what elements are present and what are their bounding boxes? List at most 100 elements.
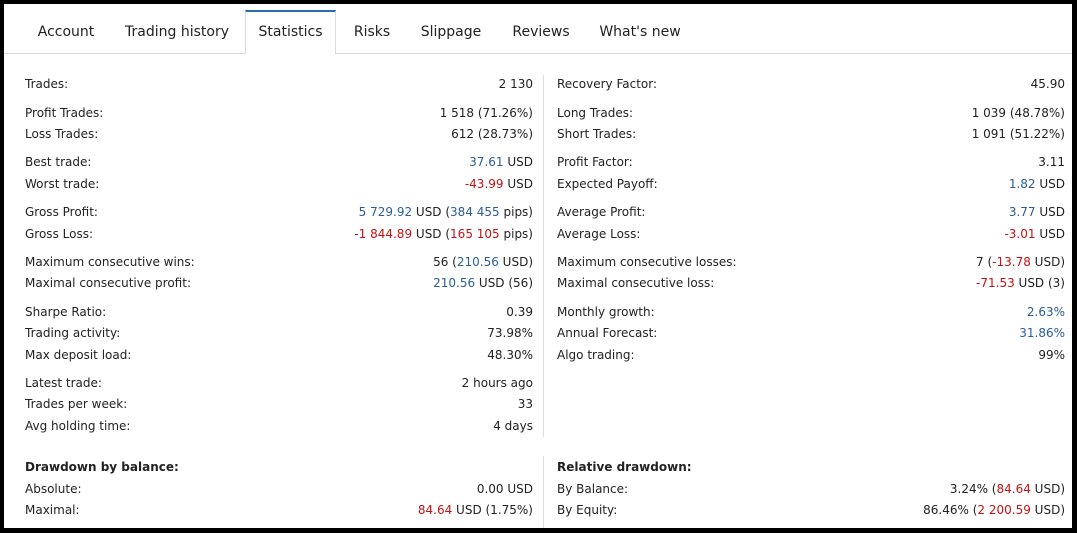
value-text: USD ( bbox=[412, 205, 451, 219]
value-number: -13.78 bbox=[992, 255, 1031, 269]
stat-label: Annual Forecast: bbox=[557, 326, 658, 340]
stat-value: 0.39 bbox=[506, 305, 533, 319]
stat-annual-forecast: Annual Forecast: 31.86% bbox=[557, 325, 1065, 341]
stat-label: Trades per week: bbox=[25, 397, 128, 411]
stat-label: Maximum consecutive losses: bbox=[557, 255, 737, 269]
stat-label: Latest trade: bbox=[25, 376, 102, 390]
stat-label: Absolute: bbox=[25, 482, 82, 496]
stat-label: Maximal consecutive profit: bbox=[25, 276, 191, 290]
stat-value: 37.61 USD bbox=[469, 154, 533, 170]
stat-value: 2 130 bbox=[498, 77, 533, 91]
tab-account[interactable]: Account bbox=[26, 10, 106, 54]
value-text: pips) bbox=[499, 227, 533, 241]
stat-label: Gross Loss: bbox=[25, 227, 93, 241]
stat-label: Maximal consecutive loss: bbox=[557, 276, 715, 290]
value-unit: USD bbox=[1035, 177, 1065, 191]
stat-label: Average Loss: bbox=[557, 227, 641, 241]
stat-average-loss: Average Loss: -3.01 USD bbox=[557, 226, 1065, 242]
value-number: 3.77 bbox=[1008, 205, 1036, 219]
value-unit: USD bbox=[1035, 227, 1065, 241]
stat-max-consecutive-wins: Maximum consecutive wins: 56 (210.56 USD… bbox=[25, 254, 533, 270]
stat-trades-per-week: Trades per week: 33 bbox=[25, 396, 533, 412]
stat-label: By Equity: bbox=[557, 503, 618, 517]
stat-label: Trades: bbox=[25, 77, 69, 91]
stat-label: Best trade: bbox=[25, 155, 92, 169]
stat-label: Loss Trades: bbox=[25, 127, 99, 141]
value-text: 3.24% ( bbox=[949, 482, 997, 496]
stat-value: 86.46% (2 200.59 USD) bbox=[923, 502, 1065, 518]
stat-value: 210.56 USD (56) bbox=[433, 275, 533, 291]
stat-short-trades: Short Trades: 1 091 (51.22%) bbox=[557, 126, 1065, 142]
stat-value: -43.99 USD bbox=[465, 176, 533, 192]
stat-value: 612 (28.73%) bbox=[451, 127, 533, 141]
stat-worst-trade: Worst trade: -43.99 USD bbox=[25, 176, 533, 192]
stat-value: 1 039 (48.78%) bbox=[971, 106, 1065, 120]
stat-label: Maximum consecutive wins: bbox=[25, 255, 195, 269]
stat-average-profit: Average Profit: 3.77 USD bbox=[557, 204, 1065, 220]
tab-statistics[interactable]: Statistics bbox=[245, 10, 336, 55]
value-number: -1 844.89 bbox=[354, 227, 413, 241]
stat-label: Long Trades: bbox=[557, 106, 634, 120]
stat-value: 73.98% bbox=[487, 326, 533, 340]
stat-value: -1 844.89 USD (165 105 pips) bbox=[354, 226, 533, 242]
stat-value: 1 091 (51.22%) bbox=[971, 127, 1065, 141]
stat-value: 45.90 bbox=[1030, 77, 1065, 91]
stat-gross-loss: Gross Loss: -1 844.89 USD (165 105 pips) bbox=[25, 226, 533, 242]
value-number: -43.99 bbox=[464, 177, 504, 191]
stat-latest-trade: Latest trade: 2 hours ago bbox=[25, 375, 533, 391]
stat-value: 3.24% (84.64 USD) bbox=[950, 481, 1065, 497]
stat-value: 7 (-13.78 USD) bbox=[976, 254, 1065, 270]
value-number: 37.61 bbox=[469, 155, 504, 169]
stat-label: Trading activity: bbox=[25, 326, 121, 340]
stat-label: Max deposit load: bbox=[25, 348, 132, 362]
tab-slippage[interactable]: Slippage bbox=[416, 10, 486, 54]
value-text: USD (3) bbox=[1014, 276, 1065, 290]
stat-value: 1 518 (71.26%) bbox=[439, 106, 533, 120]
stat-label: Algo trading: bbox=[557, 348, 635, 362]
stat-max-consecutive-losses: Maximum consecutive losses: 7 (-13.78 US… bbox=[557, 254, 1065, 270]
stat-gross-profit: Gross Profit: 5 729.92 USD (384 455 pips… bbox=[25, 204, 533, 220]
stat-label: Maximal: bbox=[25, 503, 80, 517]
stat-label: Recovery Factor: bbox=[557, 77, 658, 91]
stat-maximal: Maximal: 84.64 USD (1.75%) bbox=[25, 502, 533, 518]
value-text: USD) bbox=[498, 255, 533, 269]
stat-by-balance: By Balance: 3.24% (84.64 USD) bbox=[557, 481, 1065, 497]
value-number: -3.01 bbox=[1004, 227, 1036, 241]
stat-trading-activity: Trading activity: 73.98% bbox=[25, 325, 533, 341]
stat-value: 5 729.92 USD (384 455 pips) bbox=[359, 204, 533, 220]
value-text: 7 ( bbox=[976, 255, 993, 269]
stat-label: By Balance: bbox=[557, 482, 629, 496]
stat-label: Expected Payoff: bbox=[557, 177, 658, 191]
stat-expected-payoff: Expected Payoff: 1.82 USD bbox=[557, 176, 1065, 192]
stat-label: Average Profit: bbox=[557, 205, 646, 219]
column-divider bbox=[543, 75, 544, 437]
tab-whats-new[interactable]: What's new bbox=[596, 10, 684, 54]
stat-max-deposit-load: Max deposit load: 48.30% bbox=[25, 347, 533, 363]
stat-label: Worst trade: bbox=[25, 177, 100, 191]
stat-loss-trades: Loss Trades: 612 (28.73%) bbox=[25, 126, 533, 142]
stat-by-equity: By Equity: 86.46% (2 200.59 USD) bbox=[557, 502, 1065, 518]
tab-risks[interactable]: Risks bbox=[347, 10, 397, 54]
value-unit: USD bbox=[503, 155, 533, 169]
stat-value: 3.77 USD bbox=[1009, 204, 1065, 220]
stat-value: 33 bbox=[517, 397, 533, 411]
section-title: Relative drawdown: bbox=[557, 460, 692, 474]
value-number: 210.56 bbox=[433, 276, 476, 290]
stat-best-trade: Best trade: 37.61 USD bbox=[25, 154, 533, 170]
value-number: 5 729.92 bbox=[358, 205, 413, 219]
tab-reviews[interactable]: Reviews bbox=[507, 10, 575, 54]
stat-value: -3.01 USD bbox=[1004, 226, 1065, 242]
value-text: USD) bbox=[1030, 255, 1065, 269]
value-number: 210.56 bbox=[456, 255, 499, 269]
value-text: 56 ( bbox=[433, 255, 457, 269]
value-pips: 384 455 bbox=[450, 205, 500, 219]
value-pips: 165 105 bbox=[450, 227, 500, 241]
value-text: USD ( bbox=[412, 227, 451, 241]
value-text: USD (1.75%) bbox=[452, 503, 533, 517]
tab-trading-history[interactable]: Trading history bbox=[120, 10, 234, 54]
value-number: 84.64 bbox=[996, 482, 1031, 496]
value-text: USD) bbox=[1030, 482, 1065, 496]
stat-value: 3.11 bbox=[1038, 155, 1065, 169]
stat-value: 2.63% bbox=[1026, 305, 1065, 319]
stat-value: 1.82 USD bbox=[1009, 176, 1065, 192]
